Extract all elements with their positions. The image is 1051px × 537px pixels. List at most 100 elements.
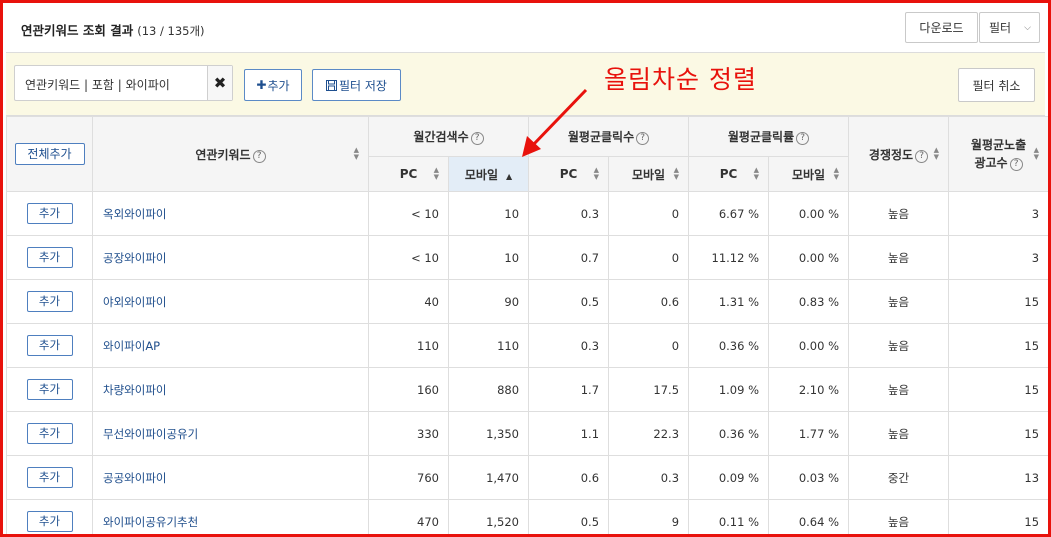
keyword-link[interactable]: 공공와이파이 xyxy=(92,455,369,500)
add-all-header: 전체추가 xyxy=(6,116,93,192)
add-keyword-button[interactable]: 추가 xyxy=(26,247,73,268)
click-pc-cell: 0.7 xyxy=(528,235,610,280)
column-header-ctr-mobile[interactable]: 모바일 ▲ ▼ xyxy=(768,156,850,192)
help-icon[interactable]: ? xyxy=(796,132,810,145)
search-pc-cell: 110 xyxy=(368,323,449,368)
click-mobile-cell: 0.6 xyxy=(608,279,690,324)
group-header-search: 월간검색수? xyxy=(367,116,530,157)
add-all-button[interactable]: 전체추가 xyxy=(14,143,85,165)
help-icon[interactable]: ? xyxy=(636,132,650,145)
group-header-clicks: 월평균클릭수? xyxy=(528,116,690,157)
page-title-text: 연관키워드 조회 결과 xyxy=(21,23,134,38)
column-header-ads-line2: 광고수 xyxy=(974,156,1008,170)
help-icon[interactable]: ? xyxy=(470,132,484,145)
click-mobile-cell: 17.5 xyxy=(608,367,690,412)
keyword-link[interactable]: 와이파이AP xyxy=(92,323,369,368)
click-mobile-cell: 0 xyxy=(608,323,690,368)
column-header-search-pc[interactable]: PC ▲ ▼ xyxy=(368,156,449,192)
click-pc-cell: 0.3 xyxy=(528,323,610,368)
cancel-filter-button[interactable]: 필터 취소 xyxy=(958,68,1035,102)
competition-cell: 높음 xyxy=(848,411,950,456)
group-header-clicks-label: 월평균클릭수 xyxy=(567,130,635,144)
sort-icon: ▲ ▼ xyxy=(1033,146,1040,161)
keyword-table: 전체추가 연관키워드? ▲ ▼ 월간검색수? 월평균클릭수? 월평균클릭률? 경쟁… xyxy=(6,116,1048,534)
ctr-mobile-cell: 0.00 % xyxy=(768,323,850,368)
column-header-ctr-pc[interactable]: PC ▲ ▼ xyxy=(688,156,770,192)
help-icon[interactable]: ? xyxy=(915,149,929,163)
column-header-search-mobile[interactable]: 모바일 ▲ xyxy=(447,156,530,192)
column-header-search-mobile-label: 모바일 xyxy=(464,167,498,182)
ads-cell: 15 xyxy=(948,499,1048,534)
help-icon[interactable]: ? xyxy=(252,149,266,163)
search-mobile-cell: 110 xyxy=(447,323,530,368)
click-pc-cell: 0.3 xyxy=(528,191,610,236)
add-keyword-button[interactable]: 추가 xyxy=(26,423,73,444)
save-filter-label: 필터 저장 xyxy=(339,78,387,93)
click-pc-cell: 0.5 xyxy=(528,499,610,534)
keyword-link[interactable]: 공장와이파이 xyxy=(92,235,369,280)
filter-chip[interactable]: 연관키워드 | 포함 | 와이파이 ✖ xyxy=(14,65,233,101)
ctr-pc-cell: 11.12 % xyxy=(688,235,770,280)
click-pc-cell: 0.5 xyxy=(528,279,610,324)
search-pc-cell: 760 xyxy=(368,455,449,500)
group-header-ctr-label: 월평균클릭률 xyxy=(727,130,795,144)
save-filter-button[interactable]: 필터 저장 xyxy=(312,69,401,101)
keyword-link[interactable]: 옥외와이파이 xyxy=(92,191,369,236)
search-mobile-cell: 10 xyxy=(447,191,530,236)
add-keyword-button[interactable]: 추가 xyxy=(26,335,73,356)
search-mobile-cell: 1,350 xyxy=(447,411,530,456)
column-header-keyword[interactable]: 연관키워드? ▲ ▼ xyxy=(92,116,369,192)
sort-asc-icon: ▲ xyxy=(505,171,513,181)
sort-icon: ▲ ▼ xyxy=(353,146,359,161)
ctr-pc-cell: 0.09 % xyxy=(688,455,770,500)
add-keyword-button[interactable]: 추가 xyxy=(26,467,73,488)
table-row: 추가 무선와이파이공유기 330 1,350 1.1 22.3 0.36 % 1… xyxy=(6,411,1048,456)
click-pc-cell: 1.1 xyxy=(528,411,610,456)
help-icon[interactable]: ? xyxy=(1009,158,1023,171)
search-mobile-cell: 1,520 xyxy=(447,499,530,534)
search-pc-cell: < 10 xyxy=(368,235,449,280)
ctr-mobile-cell: 0.03 % xyxy=(768,455,850,500)
search-pc-cell: 160 xyxy=(368,367,449,412)
results-header: 연관키워드 조회 결과 (13 / 135개) 다운로드 필터 ⌵ xyxy=(6,6,1045,53)
ctr-pc-cell: 0.11 % xyxy=(688,499,770,534)
keyword-link[interactable]: 무선와이파이공유기 xyxy=(92,411,369,456)
add-keyword-button[interactable]: 추가 xyxy=(26,379,73,400)
ctr-mobile-cell: 0.00 % xyxy=(768,191,850,236)
table-body: 추가 옥외와이파이 < 10 10 0.3 0 6.67 % 0.00 % 높음… xyxy=(6,191,1048,534)
search-mobile-cell: 90 xyxy=(447,279,530,324)
save-icon xyxy=(326,79,337,91)
add-filter-button[interactable]: ✚ 추가 xyxy=(244,69,302,101)
filter-dropdown[interactable]: 필터 ⌵ xyxy=(979,12,1040,43)
click-mobile-cell: 0.3 xyxy=(608,455,690,500)
keyword-link[interactable]: 차량와이파이 xyxy=(92,367,369,412)
column-header-competition[interactable]: 경쟁정도? ▲ ▼ xyxy=(848,116,950,192)
sort-icon: ▲ ▼ xyxy=(433,166,439,181)
ads-cell: 3 xyxy=(948,235,1048,280)
add-keyword-button[interactable]: 추가 xyxy=(26,203,73,224)
add-keyword-button[interactable]: 추가 xyxy=(26,511,73,532)
column-header-ads[interactable]: 월평균노출 광고수? ▲ ▼ xyxy=(948,116,1048,192)
ads-cell: 3 xyxy=(948,191,1048,236)
column-header-click-mobile[interactable]: 모바일 ▲ ▼ xyxy=(608,156,690,192)
ctr-pc-cell: 6.67 % xyxy=(688,191,770,236)
download-button[interactable]: 다운로드 xyxy=(905,12,978,43)
column-header-click-pc[interactable]: PC ▲ ▼ xyxy=(528,156,610,192)
keyword-link[interactable]: 와이파이공유기추천 xyxy=(92,499,369,534)
ctr-pc-cell: 0.36 % xyxy=(688,323,770,368)
ctr-pc-cell: 0.36 % xyxy=(688,411,770,456)
table-row: 추가 공장와이파이 < 10 10 0.7 0 11.12 % 0.00 % 높… xyxy=(6,235,1048,280)
click-pc-cell: 0.6 xyxy=(528,455,610,500)
search-pc-cell: 40 xyxy=(368,279,449,324)
competition-cell: 높음 xyxy=(848,367,950,412)
competition-cell: 높음 xyxy=(848,279,950,324)
search-mobile-cell: 10 xyxy=(447,235,530,280)
keyword-link[interactable]: 야외와이파이 xyxy=(92,279,369,324)
close-icon[interactable]: ✖ xyxy=(207,66,232,100)
search-mobile-cell: 880 xyxy=(447,367,530,412)
annotation-text: 올림차순 정렬 xyxy=(604,65,757,94)
sort-icon: ▲ ▼ xyxy=(753,166,760,181)
add-keyword-button[interactable]: 추가 xyxy=(26,291,73,312)
column-header-keyword-label: 연관키워드 xyxy=(195,147,251,162)
sort-icon: ▲ ▼ xyxy=(673,166,680,181)
